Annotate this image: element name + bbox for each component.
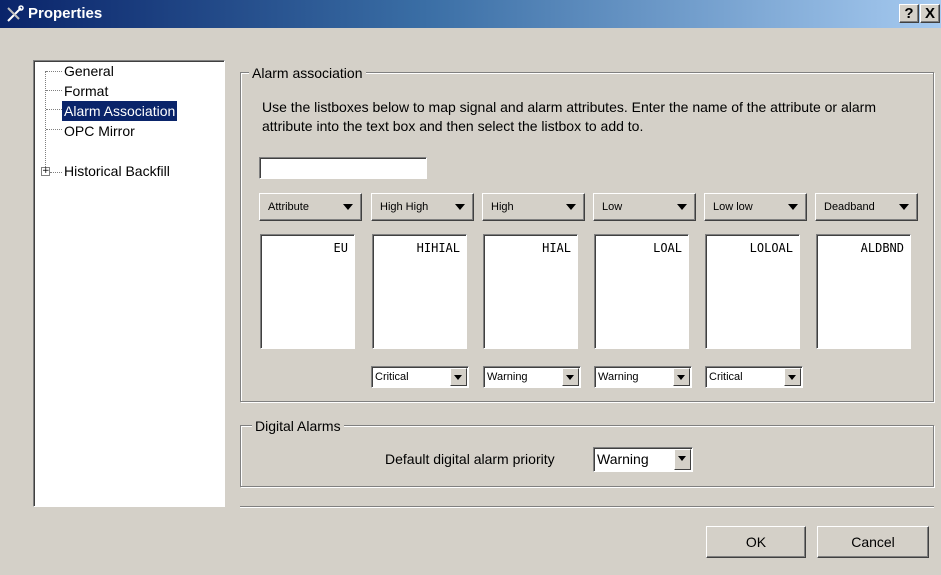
dropdown-arrow-icon bbox=[899, 204, 909, 210]
high-high-listbox[interactable]: HIHIAL bbox=[372, 234, 467, 349]
dropdown-arrow-icon bbox=[566, 204, 576, 210]
expand-plus-icon[interactable]: + bbox=[41, 167, 50, 176]
combo-arrow-icon[interactable] bbox=[673, 368, 690, 386]
low-low-dropdown-button[interactable]: Low low bbox=[704, 193, 807, 221]
combo-arrow-icon[interactable] bbox=[562, 368, 579, 386]
tree-item-format[interactable]: Format bbox=[62, 81, 110, 101]
dropdown-arrow-icon bbox=[343, 204, 353, 210]
high-dropdown-button[interactable]: High bbox=[482, 193, 585, 221]
list-item[interactable]: ALDBND bbox=[861, 241, 904, 255]
combo-arrow-icon[interactable] bbox=[674, 449, 691, 470]
tree-connector bbox=[50, 172, 62, 173]
alarm-association-label: Alarm association bbox=[249, 65, 366, 81]
combo-arrow-icon[interactable] bbox=[784, 368, 801, 386]
close-button[interactable]: X bbox=[920, 4, 940, 23]
window-title: Properties bbox=[28, 5, 103, 22]
low-low-listbox[interactable]: LOLOAL bbox=[705, 234, 800, 349]
tree-connector bbox=[46, 109, 62, 110]
tree-item-alarm-association[interactable]: Alarm Association bbox=[62, 101, 178, 121]
low-priority-select[interactable]: Warning bbox=[594, 366, 692, 388]
high-listbox[interactable]: HIAL bbox=[483, 234, 578, 349]
default-digital-priority-select[interactable]: Warning bbox=[593, 447, 693, 472]
dropdown-arrow-icon bbox=[788, 204, 798, 210]
list-item[interactable]: EU bbox=[334, 241, 348, 255]
high-high-dropdown-button[interactable]: High High bbox=[371, 193, 474, 221]
tree-item-historical-backfill[interactable]: Historical Backfill bbox=[62, 161, 172, 181]
deadband-dropdown-button[interactable]: Deadband bbox=[815, 193, 918, 221]
combo-arrow-icon[interactable] bbox=[450, 368, 467, 386]
tree-connector bbox=[46, 129, 62, 130]
cancel-button[interactable]: Cancel bbox=[817, 526, 929, 558]
title-bar[interactable]: Properties ? X bbox=[0, 0, 941, 28]
category-tree[interactable]: General Format Alarm Association OPC Mir… bbox=[33, 60, 225, 507]
deadband-listbox[interactable]: ALDBND bbox=[816, 234, 911, 349]
tree-connector bbox=[46, 90, 62, 91]
tree-connector bbox=[46, 71, 62, 72]
default-priority-label: Default digital alarm priority bbox=[385, 451, 555, 467]
digital-alarms-group bbox=[240, 425, 934, 487]
digital-alarms-label: Digital Alarms bbox=[252, 418, 344, 434]
attribute-dropdown-button[interactable]: Attribute bbox=[259, 193, 362, 221]
properties-tools-icon bbox=[6, 5, 24, 23]
help-button[interactable]: ? bbox=[899, 4, 919, 23]
instructions-text: Use the listboxes below to map signal an… bbox=[262, 99, 876, 134]
high-high-priority-select[interactable]: Critical bbox=[371, 366, 469, 388]
low-low-priority-select[interactable]: Critical bbox=[705, 366, 803, 388]
high-priority-select[interactable]: Warning bbox=[483, 366, 581, 388]
low-listbox[interactable]: LOAL bbox=[594, 234, 689, 349]
ok-button[interactable]: OK bbox=[706, 526, 806, 558]
attribute-name-input[interactable] bbox=[259, 157, 427, 179]
tree-item-general[interactable]: General bbox=[62, 61, 116, 81]
low-dropdown-button[interactable]: Low bbox=[593, 193, 696, 221]
attribute-listbox[interactable]: EU bbox=[260, 234, 355, 349]
list-item[interactable]: LOAL bbox=[653, 241, 682, 255]
list-item[interactable]: HIHIAL bbox=[417, 241, 460, 255]
tree-item-opc-mirror[interactable]: OPC Mirror bbox=[62, 121, 137, 141]
tree-connector bbox=[45, 71, 46, 171]
dropdown-arrow-icon bbox=[455, 204, 465, 210]
button-separator bbox=[240, 506, 934, 508]
list-item[interactable]: LOLOAL bbox=[750, 241, 793, 255]
dropdown-arrow-icon bbox=[677, 204, 687, 210]
list-item[interactable]: HIAL bbox=[542, 241, 571, 255]
